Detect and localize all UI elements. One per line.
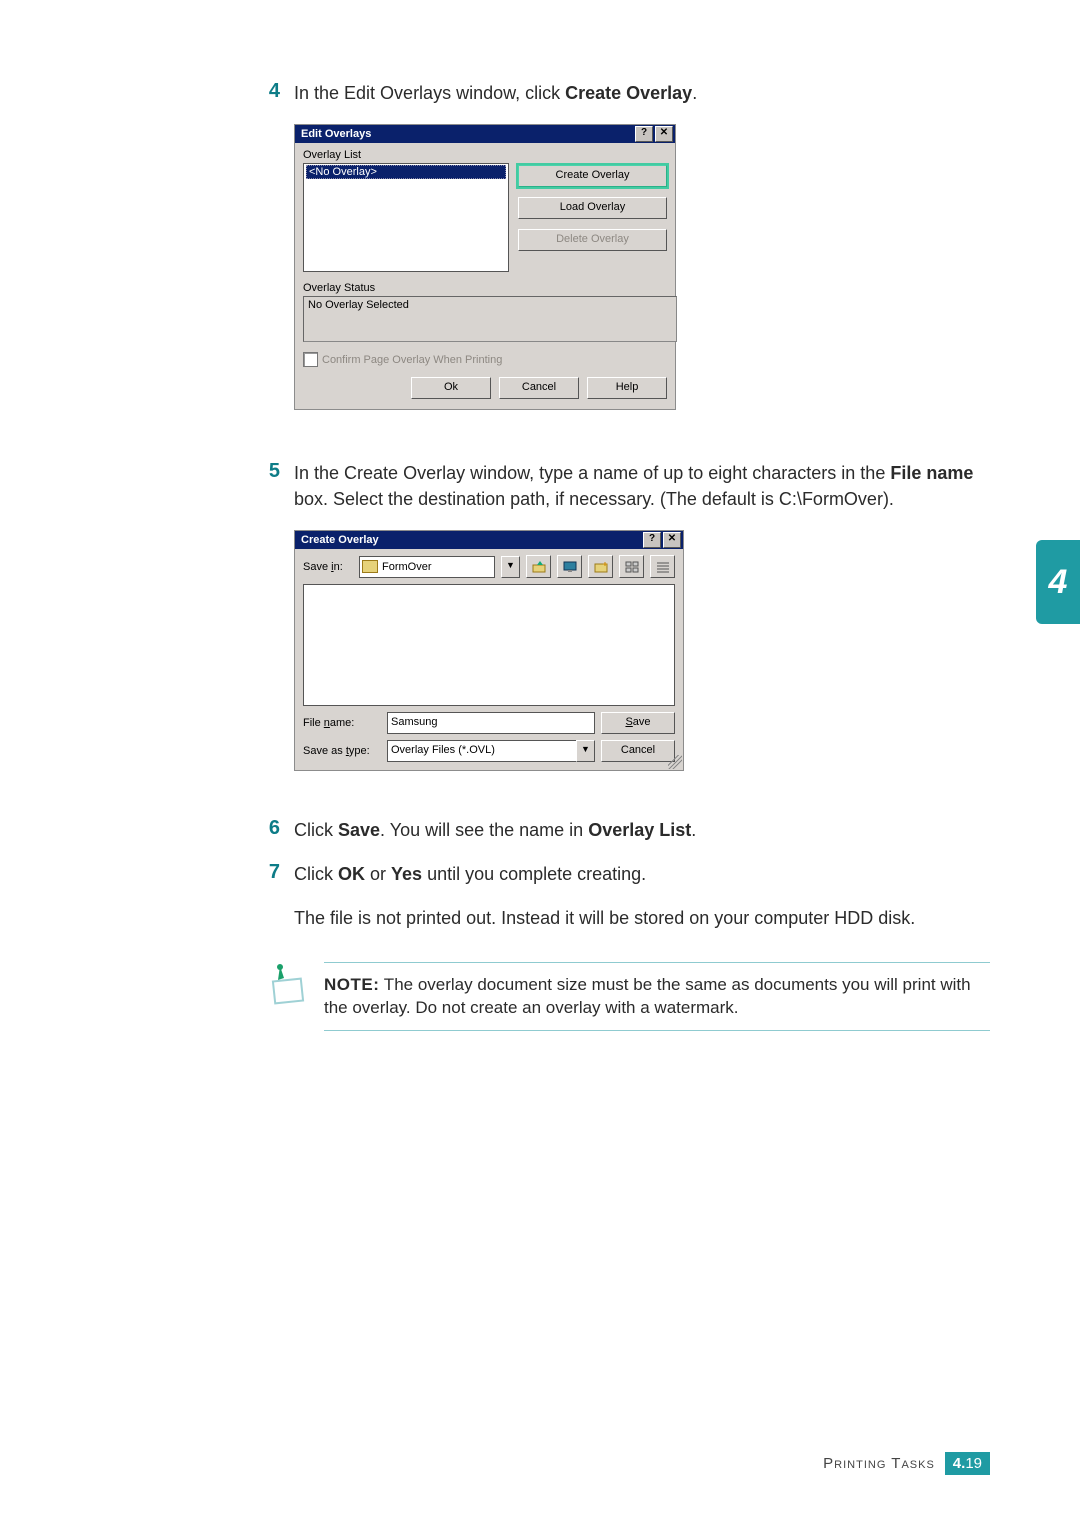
save-in-combo[interactable]: FormOver <box>359 556 495 578</box>
desktop-icon[interactable] <box>557 555 582 578</box>
create-overlay-dialog: Create Overlay ? ✕ Save in: FormOver ▼ <box>294 530 684 771</box>
chevron-down-icon[interactable]: ▼ <box>501 556 520 578</box>
cancel-button[interactable]: Cancel <box>601 740 675 762</box>
confirm-overlay-checkbox <box>303 352 318 367</box>
step-5-number: 5 <box>260 460 280 512</box>
overlay-list-item[interactable]: <No Overlay> <box>306 165 506 179</box>
footer-page-number: 4.19 <box>945 1452 990 1475</box>
folder-icon <box>362 560 378 573</box>
footer-label: Printing Tasks <box>823 1455 935 1472</box>
step-4-number: 4 <box>260 80 280 106</box>
help-icon[interactable]: ? <box>635 126 653 142</box>
file-name-label: File name: <box>303 717 381 729</box>
delete-overlay-button: Delete Overlay <box>518 229 667 251</box>
overlay-list-label: Overlay List <box>303 149 508 161</box>
overlay-listbox[interactable]: <No Overlay> <box>303 163 509 272</box>
dialog-title: Edit Overlays <box>301 128 371 140</box>
help-button[interactable]: Help <box>587 377 667 399</box>
up-one-level-icon[interactable] <box>526 555 551 578</box>
step-7-text: Click OK or Yes until you complete creat… <box>294 861 646 887</box>
note-text: NOTE: The overlay document size must be … <box>324 962 990 1032</box>
step-7-extra: The file is not printed out. Instead it … <box>294 905 990 931</box>
help-icon[interactable]: ? <box>643 532 661 548</box>
file-list-area[interactable] <box>303 584 675 706</box>
file-name-input[interactable]: Samsung <box>387 712 595 734</box>
resize-grip-icon[interactable] <box>668 755 682 769</box>
dialog2-title: Create Overlay <box>301 534 379 546</box>
details-view-icon[interactable] <box>650 555 675 578</box>
step-4-text: In the Edit Overlays window, click Creat… <box>294 80 697 106</box>
step-6-number: 6 <box>260 817 280 843</box>
create-overlay-button[interactable]: Create Overlay <box>518 165 667 187</box>
step-5-text: In the Create Overlay window, type a nam… <box>294 460 990 512</box>
note-pin-icon <box>260 962 310 1015</box>
page-footer: Printing Tasks 4.19 <box>823 1452 990 1475</box>
overlay-status-label: Overlay Status <box>303 282 667 294</box>
save-as-type-label: Save as type: <box>303 745 381 757</box>
step-7-number: 7 <box>260 861 280 887</box>
cancel-button[interactable]: Cancel <box>499 377 579 399</box>
ok-button[interactable]: Ok <box>411 377 491 399</box>
new-folder-icon[interactable] <box>588 555 613 578</box>
step-6-text: Click Save. You will see the name in Ove… <box>294 817 696 843</box>
save-in-label: Save in: <box>303 561 353 573</box>
dialog-titlebar: Edit Overlays ? ✕ <box>295 125 675 143</box>
confirm-overlay-checkbox-row: Confirm Page Overlay When Printing <box>303 352 667 367</box>
load-overlay-button[interactable]: Load Overlay <box>518 197 667 219</box>
chevron-down-icon[interactable]: ▼ <box>576 740 595 762</box>
list-view-icon[interactable] <box>619 555 644 578</box>
save-as-type-combo[interactable]: Overlay Files (*.OVL) <box>387 740 576 762</box>
save-button[interactable]: Save <box>601 712 675 734</box>
dialog2-titlebar: Create Overlay ? ✕ <box>295 531 683 549</box>
overlay-status-box: No Overlay Selected <box>303 296 677 342</box>
close-icon[interactable]: ✕ <box>663 532 681 548</box>
close-icon[interactable]: ✕ <box>655 126 673 142</box>
edit-overlays-dialog: Edit Overlays ? ✕ Overlay List <No Overl… <box>294 124 676 410</box>
chapter-tab: 4 <box>1036 540 1080 624</box>
